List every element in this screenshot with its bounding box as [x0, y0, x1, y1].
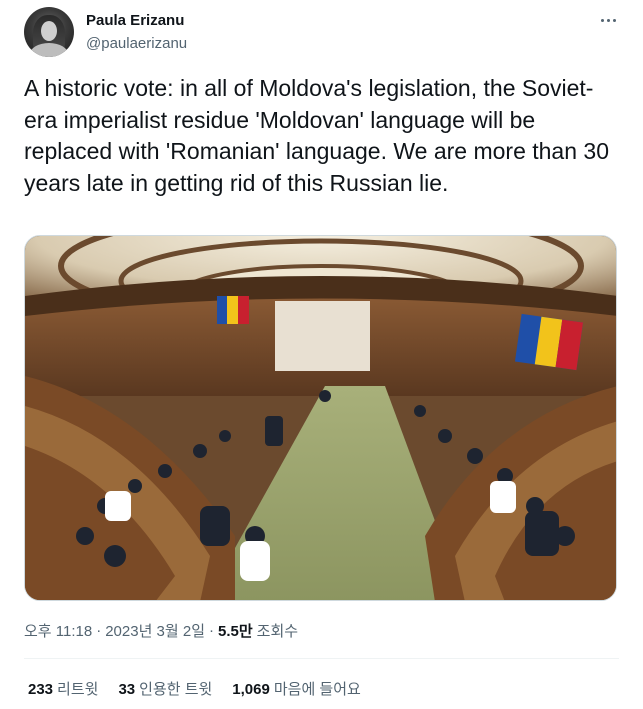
likes-link[interactable]: 1,069 마음에 들어요 [232, 678, 361, 699]
tweet-stats: 233 리트윗 33 인용한 트윗 1,069 마음에 들어요 [28, 678, 381, 699]
more-options-button[interactable] [596, 8, 620, 32]
views-count: 5.5만 [218, 623, 253, 640]
meta-separator-2: · [209, 622, 214, 639]
author-handle[interactable]: @paulaerizanu [86, 35, 187, 52]
meta-separator: · [96, 622, 102, 639]
parliament-chamber-image [25, 236, 616, 600]
tweet-meta: 오후 11:18 · 2023년 3월 2일 · 5.5만 조회수 [24, 620, 298, 641]
views-label: 조회수 [256, 623, 299, 640]
author-avatar[interactable] [24, 7, 74, 57]
tweet-time[interactable]: 오후 11:18 [24, 620, 92, 641]
divider [24, 658, 619, 659]
retweets-link[interactable]: 233 리트윗 [28, 678, 98, 699]
more-horizontal-icon [600, 18, 604, 22]
likes-count: 1,069 [232, 681, 270, 698]
avatar-face [41, 21, 57, 41]
quotes-count: 33 [118, 681, 136, 698]
tweet-text: A historic vote: in all of Moldova's leg… [24, 75, 609, 196]
likes-label: 마음에 들어요 [273, 681, 361, 698]
retweets-label: 리트윗 [57, 681, 99, 698]
tweet-photo[interactable] [24, 235, 617, 601]
tweet-date[interactable]: 2023년 3월 2일 [105, 620, 205, 641]
quotes-link[interactable]: 33 인용한 트윗 [118, 678, 212, 699]
author-display-name[interactable]: Paula Erizanu [86, 12, 184, 29]
retweets-count: 233 [28, 681, 54, 698]
quotes-label: 인용한 트윗 [139, 681, 213, 698]
